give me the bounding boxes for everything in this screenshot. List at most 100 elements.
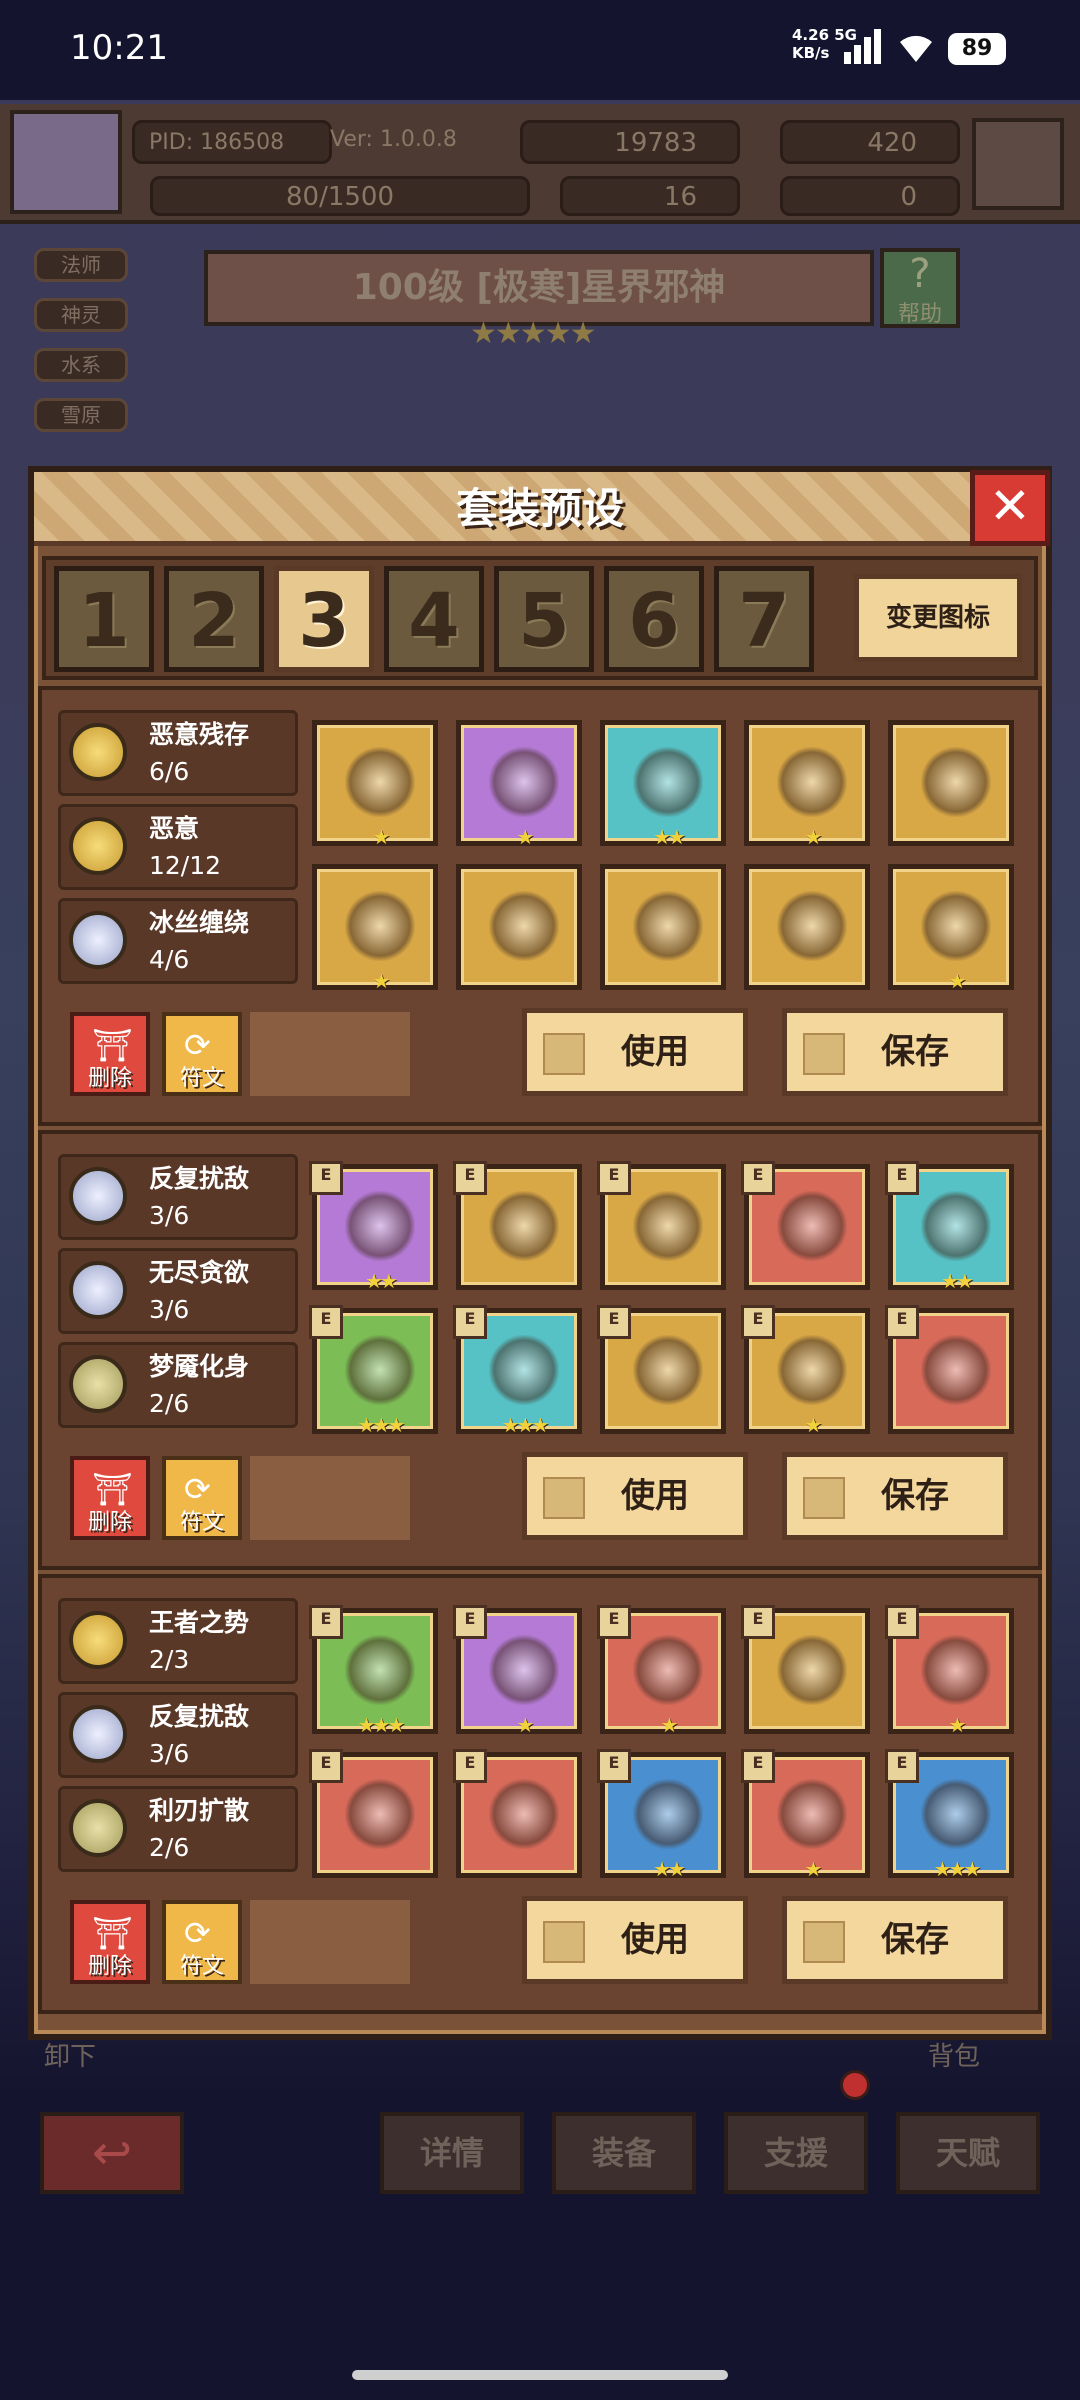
equipment-slot[interactable]: E ★ — [885, 1605, 1014, 1737]
set-bonus-row[interactable]: 王者之势 2/3 — [58, 1598, 298, 1684]
equipment-slot[interactable] — [456, 864, 582, 990]
equipment-slot[interactable]: E — [741, 1161, 870, 1290]
set-name: 恶意 — [149, 814, 200, 843]
equipment-slot[interactable]: E ★★★ — [309, 1305, 438, 1437]
set-bonus-row[interactable]: 反复扰敌 3/6 — [58, 1692, 298, 1778]
close-button[interactable]: ✕ — [970, 470, 1050, 546]
equipment-slot[interactable]: E — [741, 1605, 870, 1734]
use-preset-button[interactable]: 使用 — [522, 1008, 748, 1096]
shield-icon — [489, 1191, 559, 1261]
delete-label: 删除 — [87, 1510, 132, 1535]
boss-title: 100级 [极寒]星界邪神 — [204, 250, 874, 326]
preset-tab-2[interactable]: 2 — [164, 566, 264, 672]
equipment-slot[interactable]: E — [453, 1161, 582, 1290]
save-preset-button[interactable]: 保存 — [782, 1008, 1008, 1096]
save-preset-button[interactable]: 保存 — [782, 1896, 1008, 1984]
nav-support[interactable]: 支援 — [724, 2112, 868, 2194]
exp-bar: 80/1500 — [150, 176, 530, 216]
set-bonus-row[interactable]: 无尽贪欲 3/6 — [58, 1248, 298, 1334]
rune-button[interactable]: ⟳ 符文 — [162, 1456, 242, 1540]
nav-details[interactable]: 详情 — [380, 2112, 524, 2194]
equipment-slot[interactable]: E ★ — [597, 1605, 726, 1737]
delete-preset-button[interactable]: ⛩ 删除 — [70, 1900, 150, 1984]
rune-label: 符文 — [179, 1954, 224, 1979]
nav-talent[interactable]: 天赋 — [896, 2112, 1040, 2194]
settings-gear-icon[interactable] — [972, 118, 1064, 210]
set-bonus-row[interactable]: 梦魇化身 2/6 — [58, 1342, 298, 1428]
equipment-slot[interactable]: E — [885, 1305, 1014, 1434]
set-bonus-row[interactable]: 恶意残存 6/6 — [58, 710, 298, 796]
item-star-rating: ★ — [948, 1713, 967, 1737]
help-button[interactable]: ? 帮助 — [880, 248, 960, 328]
item-star-rating: ★★★ — [933, 1857, 982, 1881]
silver-set-medal-icon — [69, 911, 127, 969]
save-preset-button[interactable]: 保存 — [782, 1452, 1008, 1540]
equipment-slot[interactable]: E ★ — [453, 1605, 582, 1737]
equipment-slot[interactable]: E ★★★ — [885, 1749, 1014, 1881]
equipment-slot[interactable] — [744, 864, 870, 990]
equipment-slot[interactable]: ★ — [744, 720, 870, 849]
bag-button[interactable]: 背包 — [928, 2036, 1048, 2076]
item-star-rating: ★★ — [941, 1269, 974, 1293]
set-bonus-row[interactable]: 恶意 12/12 — [58, 804, 298, 890]
equipment-slot[interactable]: E — [597, 1161, 726, 1290]
equipment-slot[interactable]: ★ — [456, 720, 582, 849]
equipment-slot[interactable] — [600, 864, 726, 990]
use-preset-button[interactable]: 使用 — [522, 1452, 748, 1540]
player-avatar[interactable] — [10, 110, 122, 214]
preset-tab-5[interactable]: 5 — [494, 566, 594, 672]
refresh-icon: ⟳ — [184, 1470, 211, 1508]
equipment-slot[interactable]: E ★ — [741, 1305, 870, 1437]
set-bonus-row[interactable]: 冰丝缠绕 4/6 — [58, 898, 298, 984]
straw-hat-icon — [345, 1779, 415, 1849]
equipment-slot[interactable]: E ★★ — [309, 1161, 438, 1293]
preset-tab-1[interactable]: 1 — [54, 566, 154, 672]
preset-tab-6[interactable]: 6 — [604, 566, 704, 672]
refresh-icon: ⟳ — [184, 1026, 211, 1064]
preset-tab-4[interactable]: 4 — [384, 566, 484, 672]
equipped-badge-icon: E — [453, 1605, 487, 1639]
back-button[interactable]: ↩ — [40, 2112, 184, 2194]
rune-button[interactable]: ⟳ 符文 — [162, 1012, 242, 1096]
notification-dot — [840, 2070, 870, 2100]
equipment-slot[interactable]: ★ — [888, 864, 1014, 993]
rune-button[interactable]: ⟳ 符文 — [162, 1900, 242, 1984]
set-bonus-row[interactable]: 反复扰敌 3/6 — [58, 1154, 298, 1240]
checkmark-icon — [543, 1477, 585, 1519]
equipment-slot[interactable] — [888, 720, 1014, 846]
equipment-slot[interactable]: ★★ — [600, 720, 726, 849]
equipment-slot[interactable]: E ★★ — [597, 1749, 726, 1881]
delete-label: 删除 — [87, 1066, 132, 1091]
signal-icon — [844, 29, 881, 64]
equipment-slot[interactable]: E ★★★ — [309, 1605, 438, 1737]
equipped-badge-icon: E — [309, 1749, 343, 1783]
item-star-rating: ★★★ — [357, 1713, 406, 1737]
delete-preset-button[interactable]: ⛩ 删除 — [70, 1012, 150, 1096]
equipment-slot[interactable]: E ★ — [741, 1749, 870, 1881]
equipment-slot[interactable]: E ★★ — [885, 1161, 1014, 1293]
unload-button[interactable]: 卸下 — [44, 2036, 164, 2076]
cape-armor-icon — [345, 1335, 415, 1405]
delete-preset-button[interactable]: ⛩ 删除 — [70, 1456, 150, 1540]
use-label: 使用 — [621, 1920, 689, 1960]
preset-tab-3[interactable]: 3 — [274, 566, 374, 672]
equipment-slot[interactable]: E — [309, 1749, 438, 1878]
home-indicator[interactable] — [352, 2370, 728, 2380]
set-count: 6/6 — [149, 757, 190, 786]
equipment-slot[interactable]: E — [453, 1749, 582, 1878]
save-arrow-icon — [803, 1921, 845, 1963]
equipped-badge-icon: E — [597, 1305, 631, 1339]
equipment-slot[interactable]: E — [597, 1305, 726, 1434]
set-bonus-row[interactable]: 利刃扩散 2/6 — [58, 1786, 298, 1872]
equipment-slot[interactable]: ★ — [312, 720, 438, 849]
heart-necklace-icon — [633, 1635, 703, 1705]
trash-icon: ⛩ — [92, 1026, 133, 1064]
use-preset-button[interactable]: 使用 — [522, 1896, 748, 1984]
preset-tab-7[interactable]: 7 — [714, 566, 814, 672]
nav-equipment[interactable]: 装备 — [552, 2112, 696, 2194]
bronze-set-medal-icon — [69, 1799, 127, 1857]
equipment-slot[interactable]: ★ — [312, 864, 438, 993]
save-label: 保存 — [881, 1920, 949, 1960]
equipment-slot[interactable]: E ★★★ — [453, 1305, 582, 1437]
change-icon-button[interactable]: 变更图标 — [854, 574, 1022, 662]
